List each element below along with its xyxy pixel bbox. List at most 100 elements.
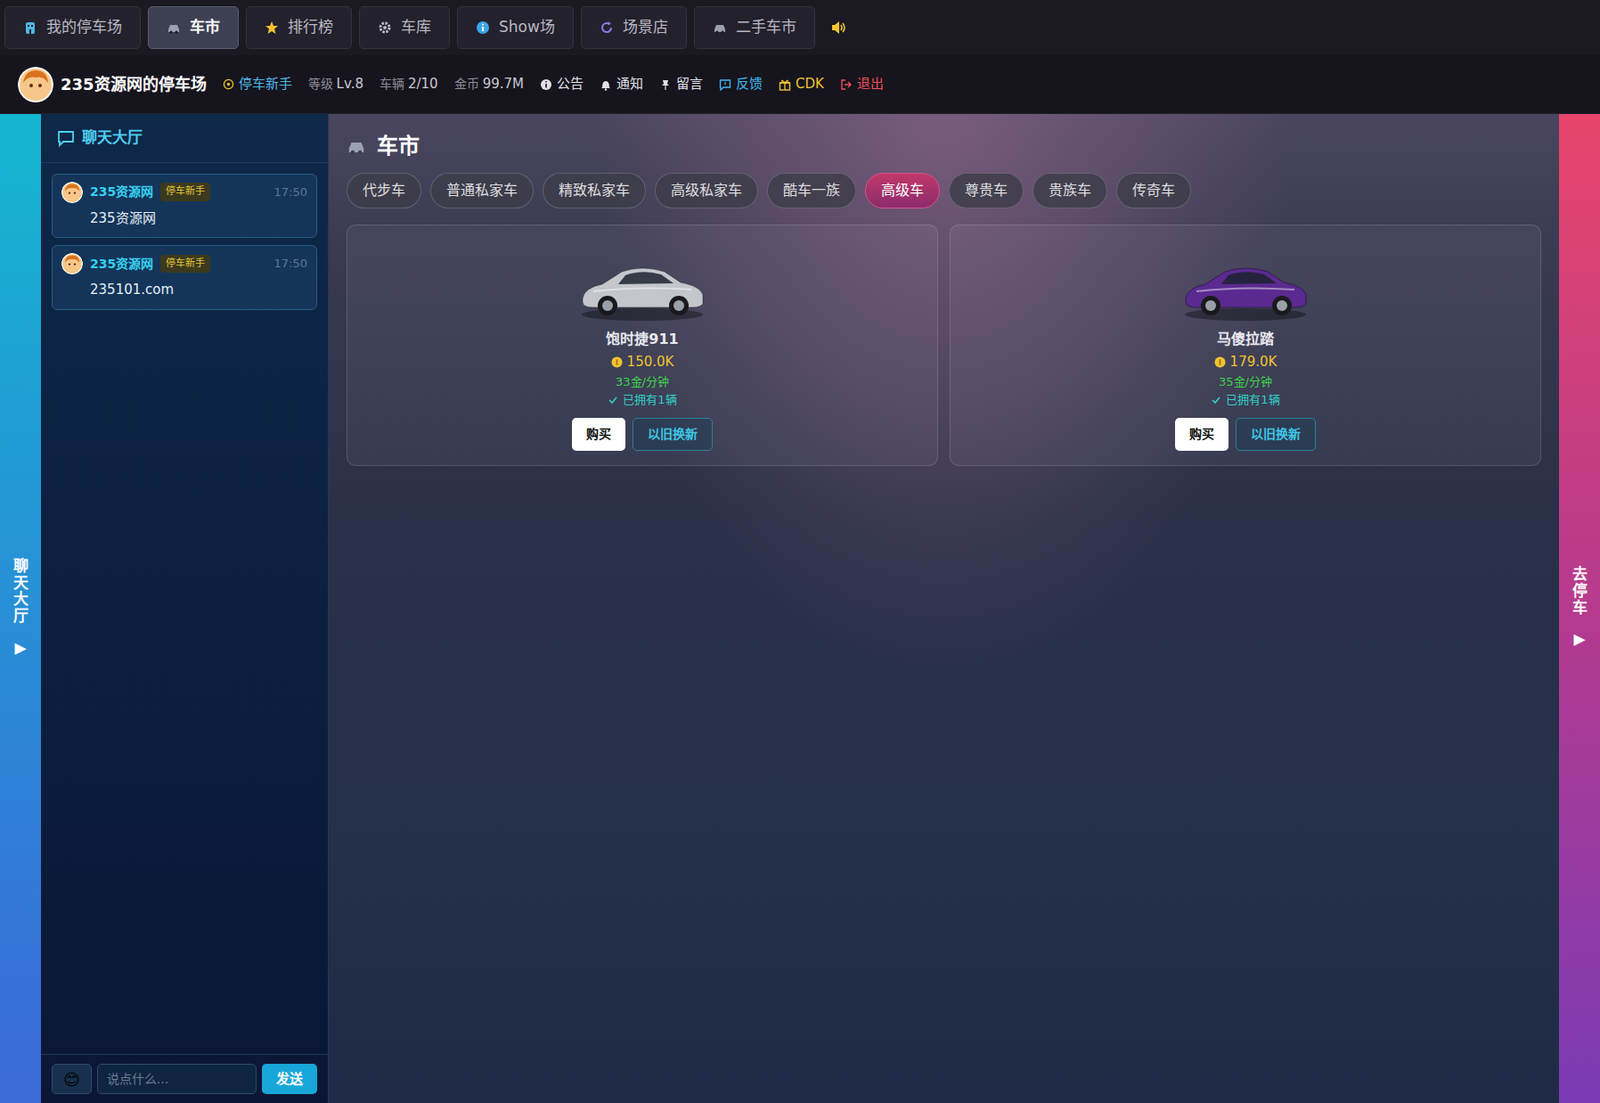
nav-tab-label[interactable]: 我的停车场 <box>46 16 123 40</box>
header-link[interactable]: 留言 <box>659 73 703 95</box>
bell-icon <box>599 78 613 91</box>
top-nav: 我的停车场 车市 排行榜 车库 Show场 场景店 二手车市 <box>0 0 1600 56</box>
nav-tab[interactable]: 车库 <box>359 6 450 49</box>
message-text: 235101.com <box>89 279 308 301</box>
category-tab[interactable]: 高级私家车 <box>654 172 759 209</box>
park-toggle-label[interactable]: 去停车 <box>1572 565 1588 616</box>
nav-tab-label[interactable]: 排行榜 <box>287 16 334 40</box>
message-header: 235资源网停车新手 17:50 <box>61 253 308 275</box>
nav-tab-label[interactable]: Show场 <box>498 16 556 40</box>
nav-tab-label[interactable]: 二手车市 <box>735 16 797 40</box>
owned-text: 已拥有1辆 <box>622 391 677 409</box>
message-user[interactable]: 235资源网 <box>89 182 154 202</box>
nav-tab[interactable]: Show场 <box>457 6 574 49</box>
chat-toggle[interactable]: 聊天大厅 ▶ <box>0 114 41 1103</box>
chat-toggle-label[interactable]: 聊天大厅 <box>13 557 29 625</box>
car-image-icon <box>1178 248 1313 326</box>
user-stat: 金币99.7M <box>454 73 524 95</box>
chat-header: 聊天大厅 <box>40 114 328 164</box>
nav-tab-label[interactable]: 车市 <box>189 16 221 40</box>
coin-icon <box>1214 356 1226 368</box>
arrow-icon[interactable]: ▶ <box>1573 628 1585 652</box>
gift-icon <box>778 78 792 91</box>
trade-in-button[interactable]: 以旧换新 <box>632 417 713 451</box>
stat-label: 车辆 <box>379 76 405 91</box>
park-toggle[interactable]: 去停车 ▶ <box>1559 114 1600 1103</box>
header-link-label[interactable]: 留言 <box>676 73 703 95</box>
market-panel: 车市代步车普通私家车精致私家车高级私家车酷车一族高级车尊贵车贵族车传奇车饱时捷9… <box>328 114 1560 1103</box>
header-link-label[interactable]: 公告 <box>556 73 584 95</box>
avatar-icon <box>61 181 83 204</box>
send-button[interactable]: 发送 <box>261 1063 318 1094</box>
stat-label: 等级 <box>308 76 334 91</box>
header-link-label[interactable]: 退出 <box>857 73 884 95</box>
pin-icon <box>659 78 672 91</box>
category-tab[interactable]: 代步车 <box>346 172 422 209</box>
emoji-button[interactable]: 😊 <box>51 1063 92 1094</box>
category-tab[interactable]: 高级车 <box>865 172 940 209</box>
chat-message: 235资源网停车新手17:50235资源网 <box>51 173 318 239</box>
star-icon <box>264 20 279 35</box>
car-icon <box>346 136 367 156</box>
owned-count: 已拥有1辆 <box>1210 391 1280 409</box>
nav-tab[interactable]: 排行榜 <box>245 6 352 49</box>
category-tab[interactable]: 传奇车 <box>1116 172 1192 209</box>
buy-button[interactable]: 购买 <box>571 417 626 451</box>
category-tabs: 代步车普通私家车精致私家车高级私家车酷车一族高级车尊贵车贵族车传奇车 <box>346 172 1542 209</box>
buy-button[interactable]: 购买 <box>1175 417 1229 451</box>
category-tab[interactable]: 普通私家车 <box>430 172 534 209</box>
category-tab[interactable]: 尊贵车 <box>948 172 1024 209</box>
header-link-label[interactable]: CDK <box>795 73 825 95</box>
user-bar: 235资源网的停车场停车新手等级Lv.8 车辆2/10 金币99.7M 公告 通知 留言 反… <box>0 55 1600 115</box>
logout-icon <box>840 78 853 91</box>
car-income: 33金/分钟 <box>615 373 670 392</box>
header-link[interactable]: 退出 <box>840 73 884 95</box>
market-title-text: 车市 <box>376 130 420 163</box>
arrow-icon[interactable]: ▶ <box>14 636 26 661</box>
nav-tab[interactable]: 我的停车场 <box>4 6 141 49</box>
trade-in-button[interactable]: 以旧换新 <box>1235 417 1316 451</box>
nav-tab[interactable]: 二手车市 <box>693 6 816 49</box>
message-time: 17:50 <box>274 183 308 202</box>
category-tab[interactable]: 酷车一族 <box>767 172 857 209</box>
stat-value: Lv.8 <box>336 75 364 92</box>
user-stat: 等级Lv.8 <box>308 73 364 95</box>
speaker-icon[interactable] <box>829 18 848 37</box>
nav-tab[interactable]: 车市 <box>147 6 239 49</box>
car-actions: 购买以旧换新 <box>571 417 713 451</box>
category-tab[interactable]: 精致私家车 <box>542 172 646 209</box>
chat-icon <box>57 129 75 147</box>
user-stat: 车辆2/10 <box>379 73 439 95</box>
user-info: 235资源网的停车场 <box>17 66 207 103</box>
header-link-label[interactable]: 通知 <box>616 73 644 95</box>
message-user[interactable]: 235资源网 <box>89 254 154 274</box>
message-header: 235资源网停车新手17:50 <box>61 181 308 204</box>
stat-value: 99.7M <box>482 75 524 92</box>
chat-messages: 235资源网停车新手17:50235资源网235资源网停车新手17:502351… <box>40 163 328 1055</box>
chat-input[interactable] <box>97 1063 257 1094</box>
avatar-icon <box>17 66 54 103</box>
message-time: 17:50 <box>274 254 308 273</box>
category-tab[interactable]: 贵族车 <box>1032 172 1108 209</box>
price-value: 179.0K <box>1230 351 1278 373</box>
price-value: 150.0K <box>627 351 675 373</box>
feedback-icon <box>718 78 732 91</box>
nav-tab[interactable]: 场景店 <box>580 6 687 49</box>
header-link[interactable]: 公告 <box>539 73 584 95</box>
header-link-label[interactable]: 反馈 <box>735 73 763 95</box>
info-icon <box>539 78 553 91</box>
message-badge: 停车新手 <box>160 254 211 274</box>
coin-icon <box>222 78 235 90</box>
gear-icon <box>377 20 392 35</box>
rank-label: 停车新手 <box>222 73 293 95</box>
car-image-icon <box>575 248 710 326</box>
nav-tab-label[interactable]: 场景店 <box>622 16 669 40</box>
header-link[interactable]: 反馈 <box>718 73 763 95</box>
message-text: 235资源网 <box>89 208 308 229</box>
header-link[interactable]: CDK <box>778 73 825 95</box>
header-link[interactable]: 通知 <box>599 73 644 95</box>
nav-tab-label[interactable]: 车库 <box>400 16 432 40</box>
car-card: 马傻拉踏179.0K35金/分钟已拥有1辆购买以旧换新 <box>949 224 1542 466</box>
stat-label: 金币 <box>454 76 480 91</box>
chat-title: 聊天大厅 <box>81 126 143 150</box>
